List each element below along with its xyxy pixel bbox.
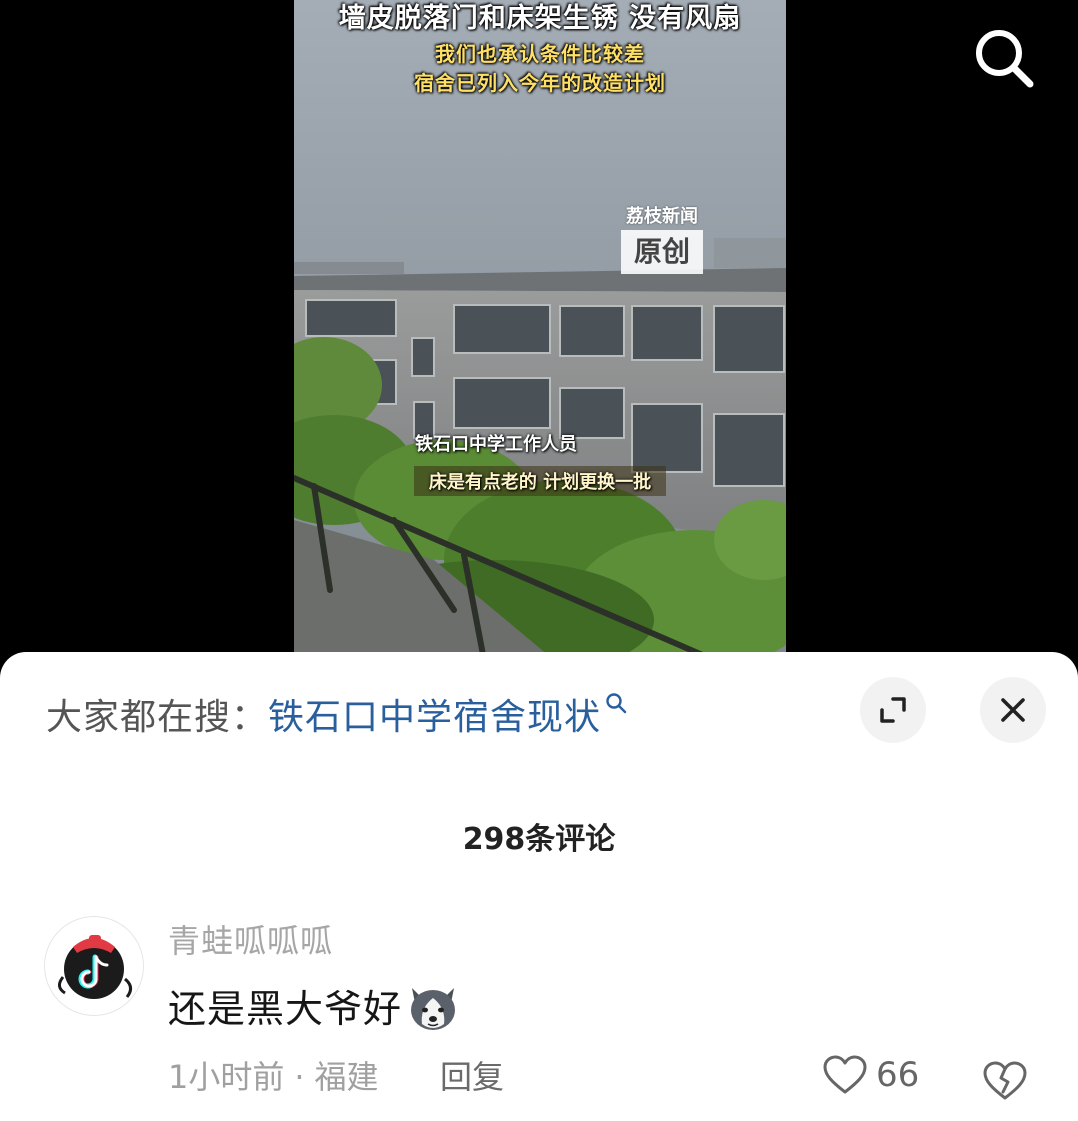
video-caption-line1: 墙皮脱落门和床架生锈 没有风扇 xyxy=(338,3,742,34)
heart-icon xyxy=(823,1055,867,1094)
close-icon xyxy=(1001,698,1025,722)
avatar[interactable] xyxy=(44,916,144,1016)
app-screen: 墙皮脱落门和床架生锈 没有风扇 我们也承认条件比较差 宿舍已列入今年的改造计划 … xyxy=(0,0,1078,1121)
search-button[interactable] xyxy=(972,26,1036,90)
watermark-original-tag: 原创 xyxy=(621,230,703,274)
like-button[interactable]: 66 xyxy=(822,1054,919,1100)
husky-dog-emoji-icon xyxy=(411,987,456,1030)
video-caption-line2: 我们也承认条件比较差 xyxy=(435,42,645,66)
subtitle-speaker: 铁石口中学工作人员 xyxy=(415,434,577,455)
subtitle-text: 床是有点老的 计划更换一批 xyxy=(414,466,666,496)
tiktok-logo-avatar-icon xyxy=(58,935,132,999)
watermark-brand: 荔枝新闻 xyxy=(626,206,698,227)
comment-sheet: 大家都在搜：铁石口中学宿舍现状 298条评论 青蛙呱呱呱 还是黑大爷好 1小时前… xyxy=(0,652,1078,1121)
video-player[interactable]: 墙皮脱落门和床架生锈 没有风扇 我们也承认条件比较差 宿舍已列入今年的改造计划 … xyxy=(294,0,786,660)
close-button[interactable] xyxy=(980,677,1046,743)
like-count: 66 xyxy=(876,1055,920,1095)
expand-button[interactable] xyxy=(860,677,926,743)
comment-item: 青蛙呱呱呱 还是黑大爷好 1小时前 · 福建 回复 66 xyxy=(0,910,1078,1120)
trending-search-link[interactable]: 铁石口中学宿舍现状 xyxy=(268,697,601,738)
comment-meta: 1小时前 · 福建 xyxy=(168,1052,379,1098)
comment-time: 1小时前 xyxy=(168,1058,285,1096)
video-caption-line3: 宿舍已列入今年的改造计划 xyxy=(414,71,666,95)
comment-text: 还是黑大爷好 xyxy=(168,987,403,1031)
dislike-button[interactable] xyxy=(982,1060,1028,1106)
comment-username[interactable]: 青蛙呱呱呱 xyxy=(168,916,333,962)
trending-prefix: 大家都在搜： xyxy=(46,697,269,738)
meta-separator: · xyxy=(294,1058,305,1096)
comment-count: 298条评论 xyxy=(462,822,616,857)
broken-heart-icon xyxy=(983,1061,1027,1100)
search-icon xyxy=(976,30,1034,88)
small-search-icon xyxy=(606,693,627,714)
video-frame-image xyxy=(294,0,786,660)
comment-location: 福建 xyxy=(314,1058,379,1096)
comment-body: 还是黑大爷好 xyxy=(168,978,462,1036)
reply-button[interactable]: 回复 xyxy=(440,1052,504,1098)
trending-search-bar: 大家都在搜：铁石口中学宿舍现状 xyxy=(46,688,627,740)
expand-icon xyxy=(880,697,906,723)
